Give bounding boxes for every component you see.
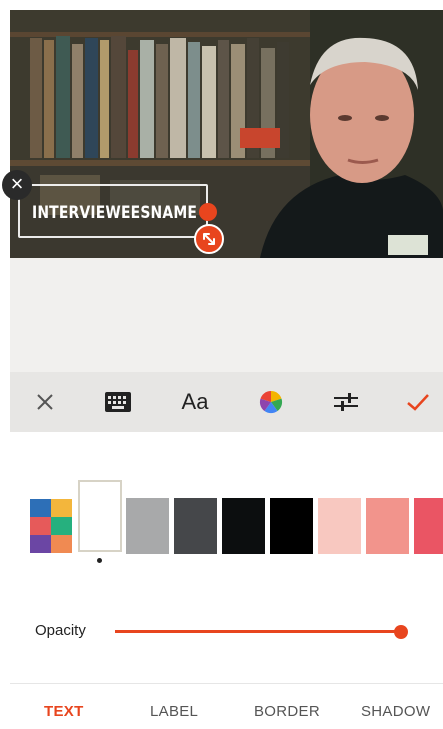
color-swatch-gray[interactable]	[126, 498, 169, 554]
color-wheel-icon[interactable]	[256, 372, 286, 432]
adjust-sliders-icon[interactable]	[330, 372, 362, 432]
close-icon[interactable]	[30, 372, 60, 432]
multicolor-swatch[interactable]	[30, 499, 72, 553]
editor-toolbar: Aa	[10, 372, 443, 432]
resize-handle-icon[interactable]	[194, 224, 224, 254]
opacity-label: Opacity	[35, 622, 86, 639]
remove-text-icon[interactable]: ×	[2, 170, 32, 200]
keyboard-icon[interactable]	[102, 372, 134, 432]
font-button[interactable]: Aa	[175, 372, 215, 432]
opacity-slider-track[interactable]	[115, 630, 401, 633]
rotate-handle[interactable]	[199, 203, 217, 221]
tab-label[interactable]: LABEL	[150, 703, 198, 720]
tab-shadow[interactable]: SHADOW	[361, 703, 430, 720]
color-swatch-black[interactable]	[270, 498, 313, 554]
selected-indicator	[97, 558, 102, 563]
preview-area	[10, 258, 443, 372]
checkmark-icon[interactable]	[403, 372, 433, 432]
text-overlay-label[interactable]: INTERVIEWEESNAME	[32, 203, 197, 223]
tab-text[interactable]: TEXT	[44, 703, 84, 720]
color-swatch-dark-gray[interactable]	[174, 498, 217, 554]
color-swatch-near-black[interactable]	[222, 498, 265, 554]
tab-border[interactable]: BORDER	[254, 703, 320, 720]
tabs-divider	[10, 683, 443, 684]
color-swatch-red[interactable]	[414, 498, 443, 554]
color-swatch-white[interactable]	[78, 480, 122, 552]
color-swatch-salmon[interactable]	[366, 498, 409, 554]
color-swatch-light-pink[interactable]	[318, 498, 361, 554]
opacity-slider-knob[interactable]	[394, 625, 408, 639]
